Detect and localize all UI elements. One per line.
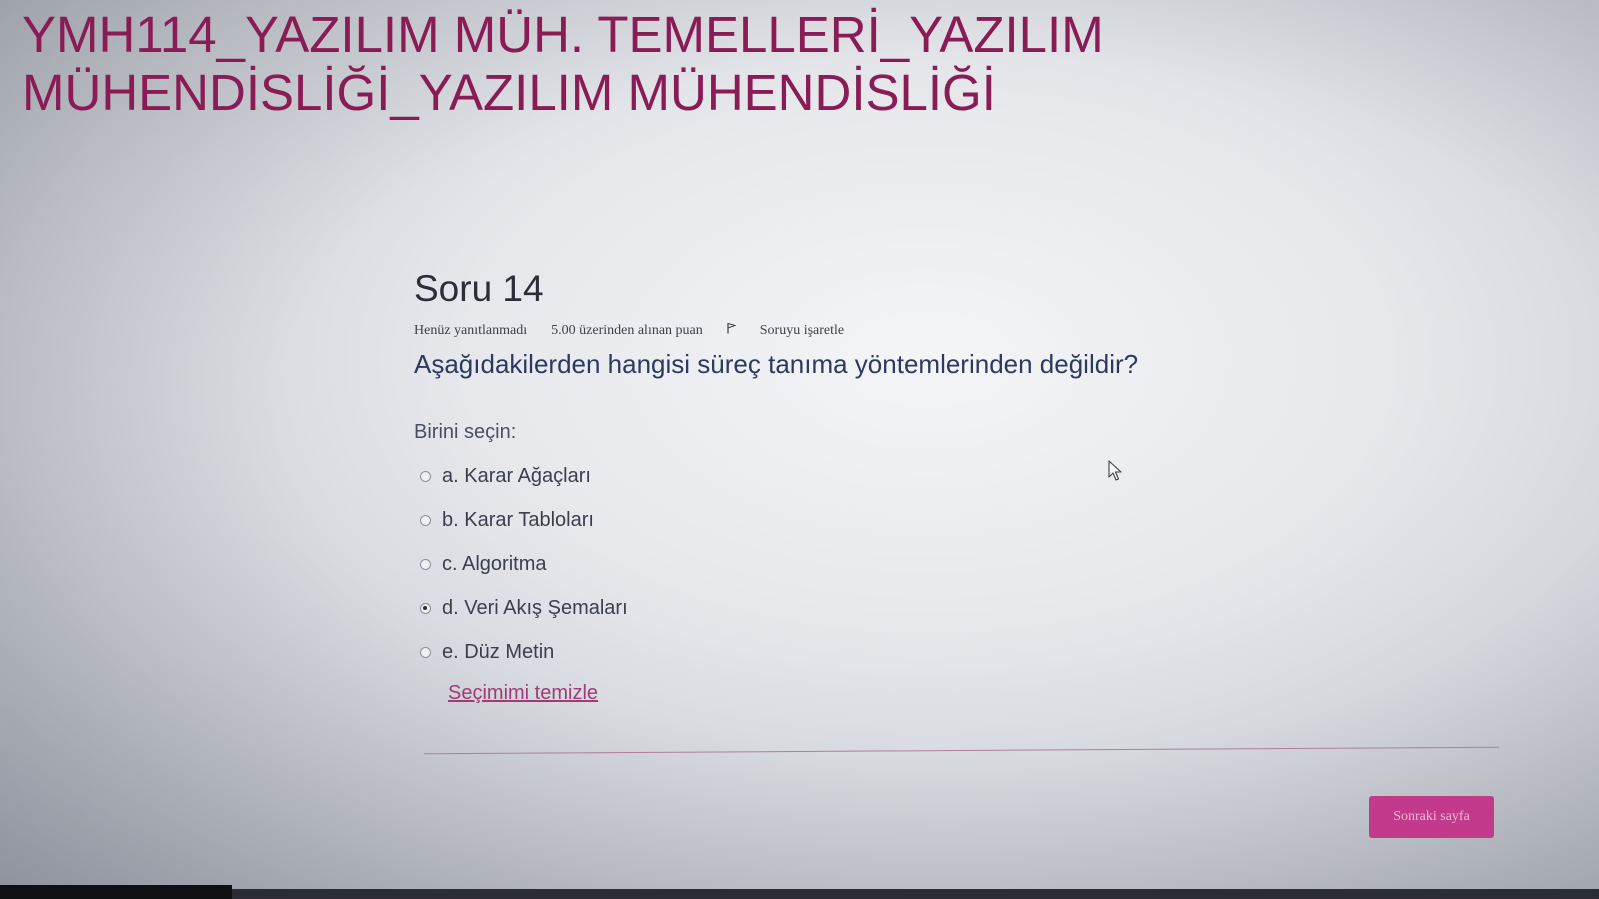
taskbar-item[interactable] xyxy=(0,885,232,899)
radio-a[interactable] xyxy=(420,470,431,482)
radio-c[interactable] xyxy=(420,558,431,570)
answer-label-e: e. Düz Metin xyxy=(442,640,555,663)
radio-e[interactable] xyxy=(420,646,431,658)
flag-icon xyxy=(727,322,737,339)
answer-prompt: Birini seçin: xyxy=(414,421,517,443)
question-text: Aşağıdakilerden hangisi süreç tanıma yön… xyxy=(414,349,1139,379)
question-status: Henüz yanıtlanmadı xyxy=(414,322,528,338)
answer-option-a[interactable]: a. Karar Ağaçları xyxy=(420,454,1499,498)
course-title: YMH114_YAZILIM MÜH. TEMELLERİ_YAZILIM MÜ… xyxy=(22,6,1104,121)
answer-label-a: a. Karar Ağaçları xyxy=(442,464,591,487)
answer-option-b[interactable]: b. Karar Tabloları xyxy=(420,498,1499,542)
answer-list: a. Karar Ağaçları b. Karar Tabloları c. … xyxy=(414,454,1499,674)
answer-label-b: b. Karar Tabloları xyxy=(442,508,594,531)
clear-selection-link[interactable]: Seçimimi temizle xyxy=(448,682,598,705)
question-info: Henüz yanıtlanmadı 5.00 üzerinden alınan… xyxy=(414,322,1499,339)
question-block: Soru 14 Henüz yanıtlanmadı 5.00 üzerinde… xyxy=(414,268,1499,705)
radio-d[interactable] xyxy=(420,602,431,614)
next-page-button[interactable]: Sonraki sayfa xyxy=(1369,796,1494,838)
mouse-cursor-icon xyxy=(1108,460,1124,487)
flag-question-link[interactable]: Soruyu işaretle xyxy=(727,322,868,339)
radio-b[interactable] xyxy=(420,514,431,526)
taskbar xyxy=(0,889,1599,899)
question-points: 5.00 üzerinden alınan puan xyxy=(551,322,703,338)
answer-option-d[interactable]: d. Veri Akış Şemaları xyxy=(420,586,1499,630)
flag-question-label: Soruyu işaretle xyxy=(759,322,845,338)
answer-label-c: c. Algoritma xyxy=(442,552,547,575)
question-heading: Soru 14 xyxy=(414,268,544,309)
answer-option-e[interactable]: e. Düz Metin xyxy=(420,630,1499,674)
answer-label-d: d. Veri Akış Şemaları xyxy=(442,596,628,619)
divider xyxy=(424,746,1499,755)
answer-option-c[interactable]: c. Algoritma xyxy=(420,542,1499,586)
